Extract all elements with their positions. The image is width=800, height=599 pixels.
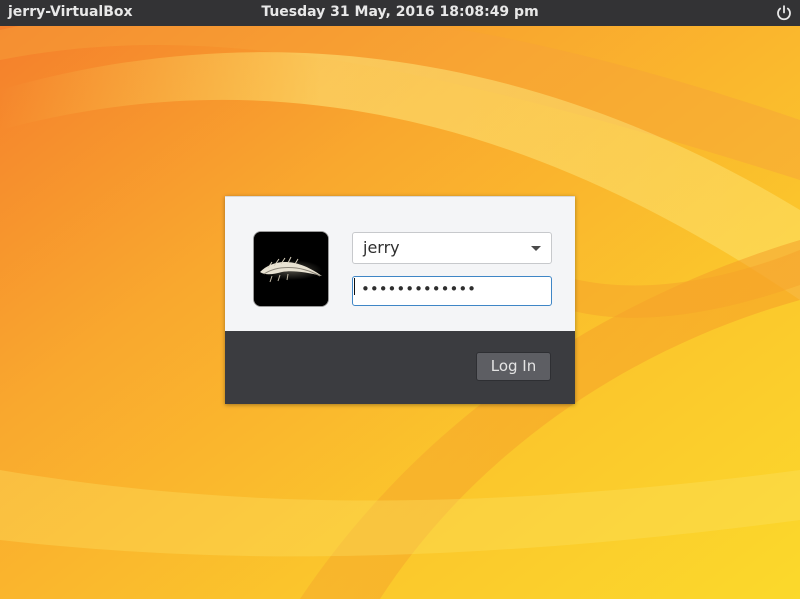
top-panel: jerry-VirtualBox Tuesday 31 May, 2016 18… [0,0,800,26]
clock-label[interactable]: Tuesday 31 May, 2016 18:08:49 pm [0,4,800,20]
power-icon[interactable] [775,4,793,22]
login-button[interactable]: Log In [476,352,551,381]
feather-avatar-icon [253,231,329,307]
login-dialog-top: jerry ••••••••••••• [225,196,575,331]
password-input[interactable]: ••••••••••••• [352,276,552,306]
password-masked-value: ••••••••••••• [361,280,477,298]
user-select-value: jerry [363,238,400,257]
chevron-down-icon [531,246,541,251]
text-cursor [354,278,355,295]
user-select[interactable]: jerry [352,232,552,264]
login-dialog: jerry ••••••••••••• Log In [225,196,575,404]
